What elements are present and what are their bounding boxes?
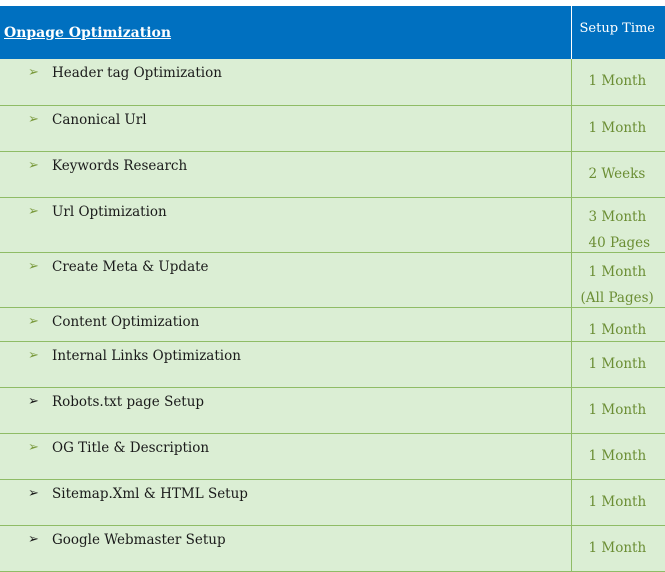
setup-time-note: 40 Pages bbox=[589, 226, 665, 252]
setup-time-cell: 1 Month bbox=[571, 525, 665, 571]
table-row: ➢Canonical Url 1 Month bbox=[0, 105, 665, 151]
arrowhead-bullet-icon: ➢ bbox=[28, 111, 52, 129]
arrowhead-bullet-icon: ➢ bbox=[28, 258, 52, 276]
task-cell: ➢Create Meta & Update bbox=[0, 252, 571, 307]
table-row: ➢Keywords Research 2 Weeks bbox=[0, 151, 665, 197]
table-row: ➢Header tag Optimization 1 Month bbox=[0, 59, 665, 105]
task-cell: ➢Header tag Optimization bbox=[0, 59, 571, 105]
setup-time-value: 1 Month bbox=[589, 253, 665, 281]
setup-time-cell: 1 Month bbox=[571, 387, 665, 433]
task-cell: ➢Url Optimization bbox=[0, 197, 571, 252]
arrowhead-bullet-icon: ➢ bbox=[28, 64, 52, 82]
column-header-setup-time: Setup Time bbox=[571, 6, 665, 59]
table-row: ➢Create Meta & Update1 Month(All Pages) bbox=[0, 252, 665, 307]
arrowhead-bullet-icon: ➢ bbox=[28, 313, 52, 331]
setup-time-value: 1 Month bbox=[589, 526, 665, 557]
table-row: ➢Google Webmaster Setup 1 Month bbox=[0, 525, 665, 571]
task-cell: ➢Google Webmaster Setup bbox=[0, 525, 571, 571]
setup-time-value: 1 Month bbox=[589, 342, 665, 373]
setup-time-cell: 1 Month bbox=[571, 59, 665, 105]
table-row: ➢Url Optimization3 Month40 Pages bbox=[0, 197, 665, 252]
arrowhead-bullet-icon: ➢ bbox=[28, 531, 52, 549]
table-header-row: Onpage Optimization Setup Time bbox=[0, 6, 665, 59]
task-cell: ➢Internal Links Optimization bbox=[0, 341, 571, 387]
task-label: Canonical Url bbox=[52, 111, 147, 129]
task-label: Robots.txt page Setup bbox=[52, 393, 204, 411]
setup-time-value: 1 Month bbox=[589, 388, 665, 419]
setup-time-value: 1 Month bbox=[589, 308, 665, 339]
setup-time-cell: 1 Month bbox=[571, 433, 665, 479]
table-row: ➢OG Title & Description 1 Month bbox=[0, 433, 665, 479]
task-label: OG Title & Description bbox=[52, 439, 209, 457]
setup-time-value: 1 Month bbox=[589, 106, 665, 137]
table-row: ➢Robots.txt page Setup 1 Month bbox=[0, 387, 665, 433]
task-cell: ➢Robots.txt page Setup bbox=[0, 387, 571, 433]
setup-time-value: 1 Month bbox=[589, 59, 665, 90]
task-label: Create Meta & Update bbox=[52, 258, 209, 276]
task-label: Keywords Research bbox=[52, 157, 187, 175]
task-label: Content Optimization bbox=[52, 313, 199, 331]
column-header-task: Onpage Optimization bbox=[0, 6, 571, 59]
onpage-optimization-table: Onpage Optimization Setup Time ➢Header t… bbox=[0, 6, 665, 572]
setup-time-value: 1 Month bbox=[589, 434, 665, 465]
table-body: ➢Header tag Optimization1 Month➢Canonica… bbox=[0, 59, 665, 571]
arrowhead-bullet-icon: ➢ bbox=[28, 157, 52, 175]
task-label: Url Optimization bbox=[52, 203, 167, 221]
task-label: Header tag Optimization bbox=[52, 64, 222, 82]
task-label: Sitemap.Xml & HTML Setup bbox=[52, 485, 248, 503]
setup-time-cell: 1 Month bbox=[571, 105, 665, 151]
arrowhead-bullet-icon: ➢ bbox=[28, 393, 52, 411]
arrowhead-bullet-icon: ➢ bbox=[28, 203, 52, 221]
table-row: ➢Content Optimization 1 Month bbox=[0, 307, 665, 341]
task-label: Google Webmaster Setup bbox=[52, 531, 226, 549]
arrowhead-bullet-icon: ➢ bbox=[28, 347, 52, 365]
setup-time-cell: 1 Month bbox=[571, 307, 665, 341]
task-cell: ➢OG Title & Description bbox=[0, 433, 571, 479]
task-cell: ➢Content Optimization bbox=[0, 307, 571, 341]
table-row: ➢Sitemap.Xml & HTML Setup 1 Month bbox=[0, 479, 665, 525]
setup-time-cell: 1 Month(All Pages) bbox=[571, 252, 665, 307]
setup-time-value: 2 Weeks bbox=[589, 152, 665, 183]
setup-time-note: (All Pages) bbox=[581, 281, 665, 307]
setup-time-cell: 1 Month bbox=[571, 479, 665, 525]
setup-time-cell: 2 Weeks bbox=[571, 151, 665, 197]
setup-time-value: 1 Month bbox=[589, 480, 665, 511]
task-label: Internal Links Optimization bbox=[52, 347, 241, 365]
arrowhead-bullet-icon: ➢ bbox=[28, 439, 52, 457]
setup-time-cell: 3 Month40 Pages bbox=[571, 197, 665, 252]
table-row: ➢Internal Links Optimization 1 Month bbox=[0, 341, 665, 387]
task-cell: ➢Canonical Url bbox=[0, 105, 571, 151]
setup-time-value: 3 Month bbox=[589, 198, 665, 226]
task-cell: ➢Sitemap.Xml & HTML Setup bbox=[0, 479, 571, 525]
task-cell: ➢Keywords Research bbox=[0, 151, 571, 197]
setup-time-cell: 1 Month bbox=[571, 341, 665, 387]
arrowhead-bullet-icon: ➢ bbox=[28, 485, 52, 503]
